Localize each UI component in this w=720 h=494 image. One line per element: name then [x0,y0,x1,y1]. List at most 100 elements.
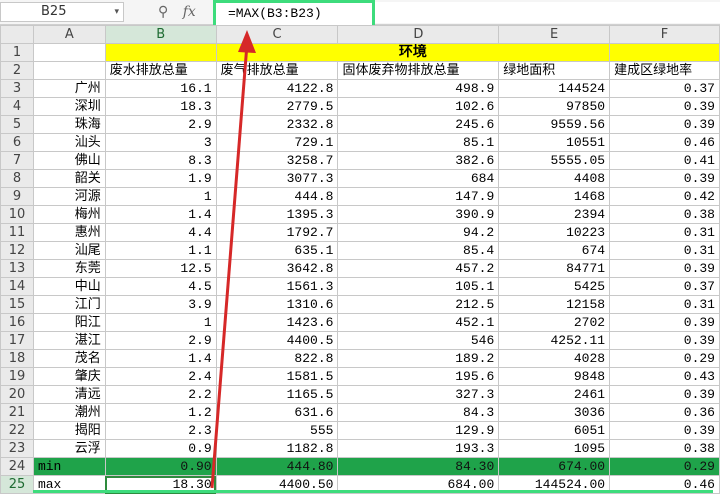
data-cell[interactable]: 1310.6 [215,295,339,314]
data-cell[interactable]: 498.9 [337,79,500,98]
data-cell[interactable]: 9848 [498,367,611,386]
data-cell[interactable]: 1 [104,313,217,332]
data-cell[interactable]: 3036 [498,403,611,422]
data-cell[interactable]: 147.9 [337,187,500,206]
formula-input-area[interactable] [375,2,720,23]
data-cell[interactable]: 193.3 [337,439,500,458]
data-cell[interactable]: 631.6 [215,403,339,422]
data-cell[interactable]: 1468 [498,187,611,206]
data-cell[interactable]: 0.37 [609,79,720,98]
data-cell[interactable]: 2702 [498,313,611,332]
row-header[interactable]: 20 [0,385,34,404]
data-cell[interactable]: 3 [104,133,217,152]
data-cell[interactable]: 2.4 [104,367,217,386]
data-cell[interactable]: 4.4 [104,223,217,242]
data-cell[interactable]: 12158 [498,295,611,314]
row-header[interactable]: 14 [0,277,34,296]
city-cell[interactable]: 江门 [32,295,106,314]
data-cell[interactable]: 84771 [498,259,611,278]
city-cell[interactable]: 东莞 [32,259,106,278]
data-cell[interactable]: 2779.5 [215,97,339,116]
data-cell[interactable]: 2.9 [104,331,217,350]
city-cell[interactable]: 云浮 [32,439,106,458]
data-cell[interactable]: 0.43 [609,367,720,386]
city-cell[interactable]: 韶关 [32,169,106,188]
data-cell[interactable]: 5555.05 [498,151,611,170]
min-cell[interactable]: 674.00 [498,457,611,476]
data-cell[interactable]: 0.38 [609,205,720,224]
data-cell[interactable]: 4252.11 [498,331,611,350]
data-cell[interactable]: 452.1 [337,313,500,332]
row-header[interactable]: 21 [0,403,34,422]
header-cell[interactable]: 绿地面积 [498,61,611,80]
min-cell[interactable]: 444.80 [215,457,339,476]
data-cell[interactable]: 1.9 [104,169,217,188]
data-cell[interactable]: 3.9 [104,295,217,314]
select-all-corner[interactable] [0,25,34,44]
row-header[interactable]: 22 [0,421,34,440]
header-cell[interactable]: 建成区绿地率 [609,61,720,80]
data-cell[interactable]: 12.5 [104,259,217,278]
data-cell[interactable]: 1.4 [104,205,217,224]
header-cell[interactable]: 废水排放总量 [104,61,217,80]
data-cell[interactable]: 245.6 [337,115,500,134]
data-cell[interactable]: 0.29 [609,349,720,368]
data-cell[interactable]: 457.2 [337,259,500,278]
data-cell[interactable]: 2332.8 [215,115,339,134]
data-cell[interactable]: 0.42 [609,187,720,206]
data-cell[interactable]: 85.1 [337,133,500,152]
data-cell[interactable]: 4400.5 [215,331,339,350]
city-cell[interactable]: 湛江 [32,331,106,350]
min-cell[interactable]: 84.30 [337,457,500,476]
data-cell[interactable]: 1095 [498,439,611,458]
row-header[interactable]: 3 [0,79,34,98]
row-header[interactable]: 19 [0,367,34,386]
data-cell[interactable]: 105.1 [337,277,500,296]
city-cell[interactable]: 中山 [32,277,106,296]
data-cell[interactable]: 0.39 [609,313,720,332]
data-cell[interactable]: 0.46 [609,133,720,152]
data-cell[interactable]: 635.1 [215,241,339,260]
city-cell[interactable]: 清远 [32,385,106,404]
row-header[interactable]: 9 [0,187,34,206]
data-cell[interactable]: 4.5 [104,277,217,296]
data-cell[interactable]: 1 [104,187,217,206]
data-cell[interactable]: 0.9 [104,439,217,458]
city-cell[interactable]: 梅州 [32,205,106,224]
data-cell[interactable]: 390.9 [337,205,500,224]
header-cell[interactable]: 固体废弃物排放总量 [337,61,500,80]
city-cell[interactable]: 广州 [32,79,106,98]
data-cell[interactable]: 4408 [498,169,611,188]
data-cell[interactable]: 189.2 [337,349,500,368]
data-cell[interactable]: 382.6 [337,151,500,170]
data-cell[interactable]: 0.36 [609,403,720,422]
data-cell[interactable]: 0.39 [609,169,720,188]
city-cell[interactable]: 深圳 [32,97,106,116]
data-cell[interactable]: 555 [215,421,339,440]
data-cell[interactable]: 0.41 [609,151,720,170]
title-cell[interactable]: 环境 [215,43,611,62]
data-cell[interactable]: 729.1 [215,133,339,152]
row-header[interactable]: 8 [0,169,34,188]
city-cell[interactable]: 珠海 [32,115,106,134]
data-cell[interactable]: 0.39 [609,115,720,134]
data-cell[interactable]: 327.3 [337,385,500,404]
data-cell[interactable]: 129.9 [337,421,500,440]
city-cell[interactable]: 汕头 [32,133,106,152]
data-cell[interactable]: 4028 [498,349,611,368]
data-cell[interactable]: 1165.5 [215,385,339,404]
data-cell[interactable]: 10223 [498,223,611,242]
header-cell[interactable]: 废气排放总量 [215,61,339,80]
row-header[interactable]: 25 [0,475,34,494]
chevron-down-icon[interactable]: ▾ [114,3,119,21]
data-cell[interactable]: 0.38 [609,439,720,458]
row-header[interactable]: 4 [0,97,34,116]
row-header[interactable]: 18 [0,349,34,368]
row-header[interactable]: 16 [0,313,34,332]
data-cell[interactable]: 212.5 [337,295,500,314]
data-cell[interactable]: 1581.5 [215,367,339,386]
city-cell[interactable]: 揭阳 [32,421,106,440]
data-cell[interactable]: 84.3 [337,403,500,422]
data-cell[interactable]: 2.2 [104,385,217,404]
data-cell[interactable]: 3077.3 [215,169,339,188]
